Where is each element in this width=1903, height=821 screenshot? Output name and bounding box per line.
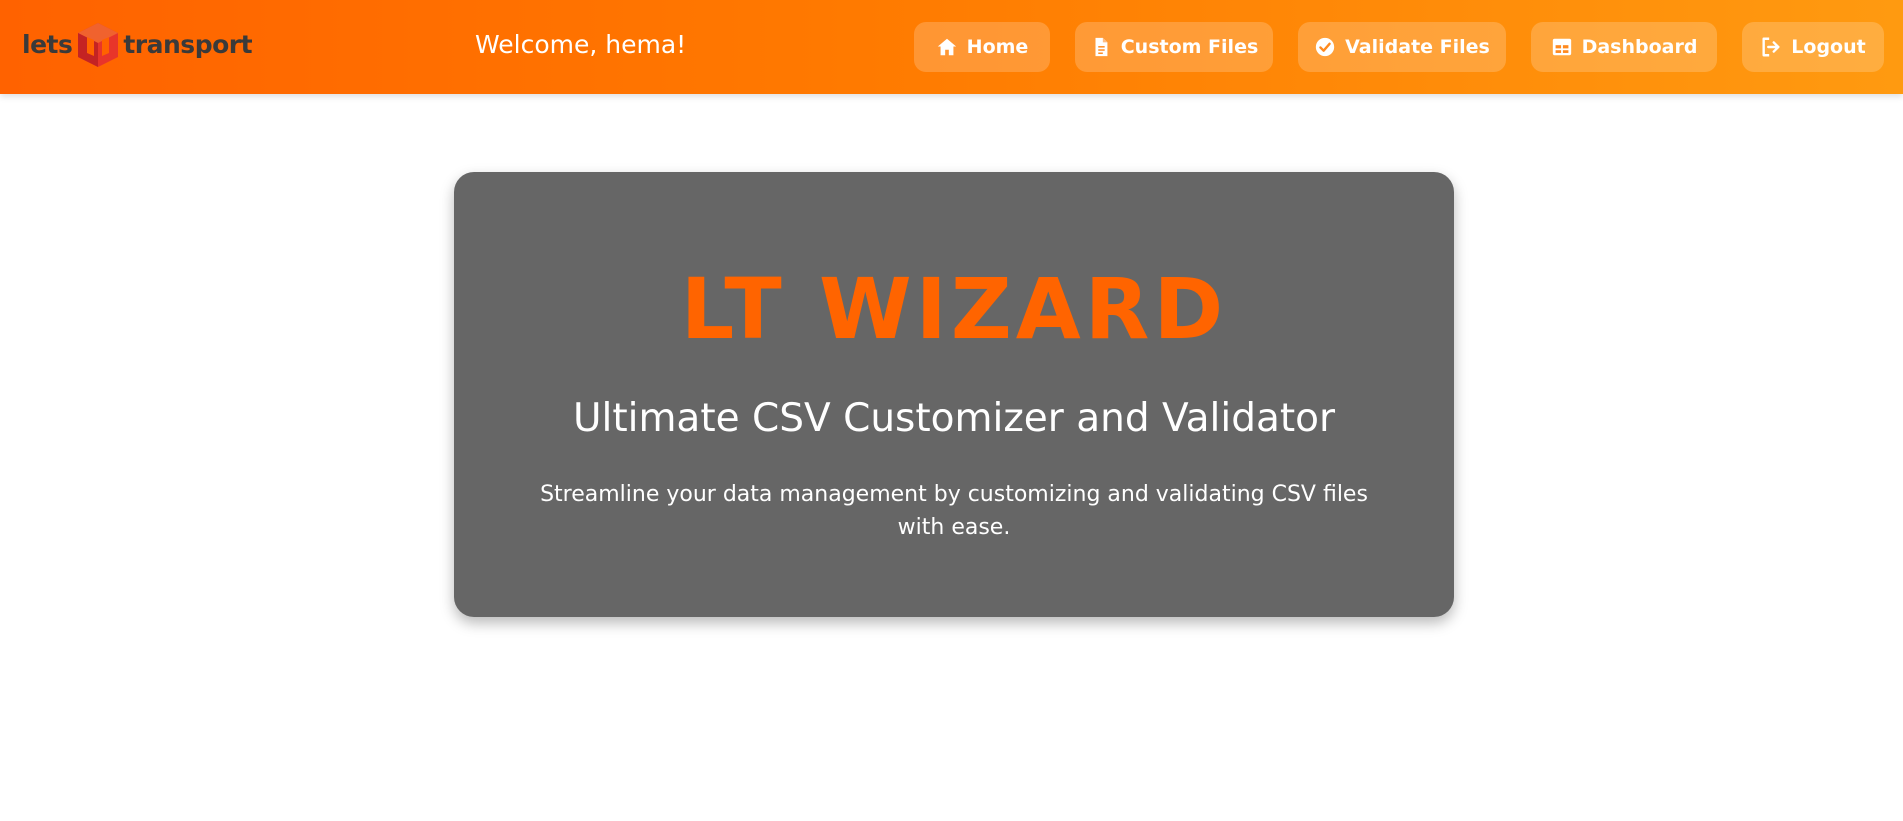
nav-validate-files-button[interactable]: Validate Files — [1298, 22, 1506, 72]
hero-card: LT WIZARD Ultimate CSV Customizer and Va… — [454, 172, 1454, 617]
top-navbar: lets transport Welcome, hema! Home Custo… — [0, 0, 1903, 94]
file-icon — [1095, 37, 1108, 57]
logo-text-transport: transport — [123, 29, 253, 59]
nav-custom-files-button[interactable]: Custom Files — [1075, 22, 1273, 72]
hero-description: Streamline your data management by custo… — [540, 482, 1368, 540]
nav-logout-button[interactable]: Logout — [1742, 22, 1884, 72]
check-circle-icon — [1315, 37, 1335, 57]
brand-logo[interactable]: lets transport — [22, 18, 253, 70]
hero-title: LT WIZARD — [680, 260, 1228, 358]
nav-home-label: Home — [966, 36, 1029, 58]
logo-text-lets: lets — [22, 29, 73, 59]
nav-dashboard-button[interactable]: Dashboard — [1531, 22, 1717, 72]
nav-custom-files-label: Custom Files — [1120, 36, 1259, 58]
hero-subtitle: Ultimate CSV Customizer and Validator — [572, 396, 1336, 441]
nav-home-button[interactable]: Home — [914, 22, 1050, 72]
welcome-message: Welcome, hema! — [475, 30, 687, 59]
nav-validate-files-label: Validate Files — [1345, 36, 1490, 58]
nav-logout-label: Logout — [1791, 36, 1866, 58]
cube-logo-icon — [78, 23, 119, 67]
nav-dashboard-label: Dashboard — [1581, 36, 1698, 58]
logout-icon — [1762, 37, 1780, 57]
dashboard-grid-icon — [1552, 38, 1571, 56]
home-icon — [937, 38, 956, 56]
